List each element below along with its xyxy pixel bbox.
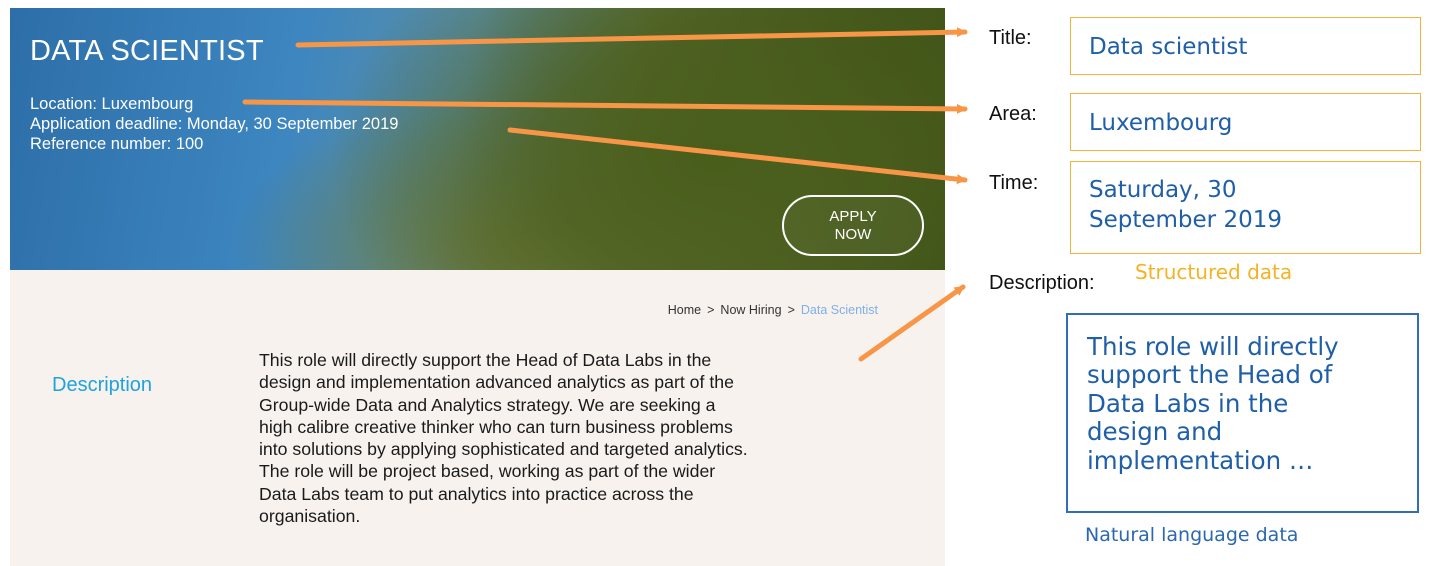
arrow-deadline-to-time <box>507 127 968 185</box>
mapping-arrows <box>242 27 968 362</box>
arrow-location-to-area <box>242 99 968 114</box>
arrow-title-to-structured <box>295 27 968 48</box>
arrow-description-to-structured <box>858 284 966 362</box>
